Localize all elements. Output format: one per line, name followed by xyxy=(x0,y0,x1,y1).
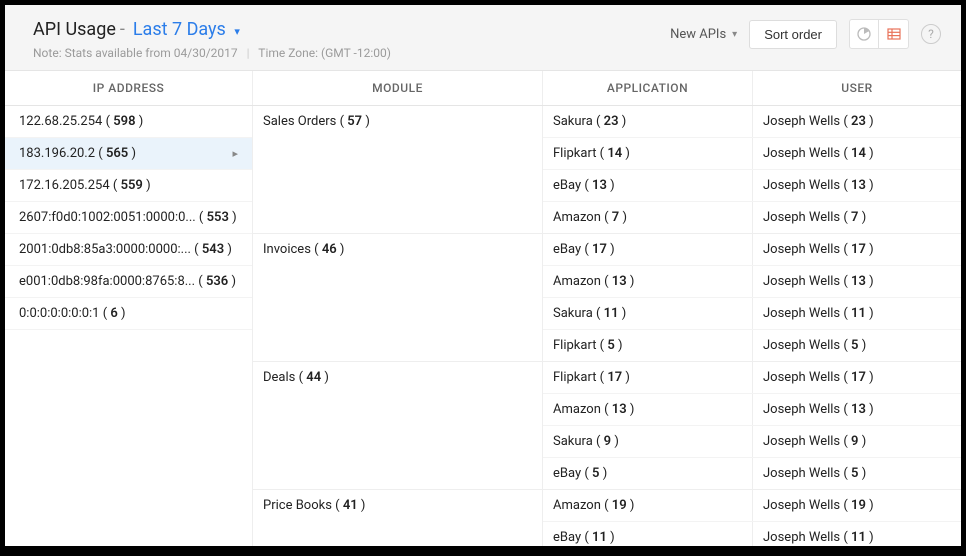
ip-item-label: 183.196.20.2 ( 565 ) xyxy=(19,146,136,161)
data-row: Amazon ( 19 )Joseph Wells ( 19 ) xyxy=(543,490,961,522)
ip-list-item[interactable]: 2607:f0d0:1002:0051:0000:0... ( 553 ) xyxy=(5,202,252,234)
sort-order-button[interactable]: Sort order xyxy=(749,20,837,49)
application-cell[interactable]: eBay ( 13 ) xyxy=(543,170,753,201)
ip-item-label: e001:0db8:98fa:0000:8765:8... ( 536 ) xyxy=(19,274,236,289)
table-view-button[interactable] xyxy=(879,19,909,49)
col-head-ip: IP ADDRESS xyxy=(5,71,253,105)
help-icon: ? xyxy=(928,27,934,41)
user-cell[interactable]: Joseph Wells ( 11 ) xyxy=(753,522,961,546)
application-cell[interactable]: Amazon ( 19 ) xyxy=(543,490,753,521)
application-cell[interactable]: Amazon ( 13 ) xyxy=(543,394,753,425)
data-row: eBay ( 17 )Joseph Wells ( 17 ) xyxy=(543,234,961,266)
ip-list-item[interactable]: 0:0:0:0:0:0:0:1 ( 6 ) xyxy=(5,298,252,330)
col-head-user: USER xyxy=(753,71,961,105)
help-button[interactable]: ? xyxy=(921,24,941,44)
user-cell[interactable]: Joseph Wells ( 17 ) xyxy=(753,234,961,265)
ip-list-item[interactable]: 2001:0db8:85a3:0000:0000:... ( 543 ) xyxy=(5,234,252,266)
user-cell[interactable]: Joseph Wells ( 23 ) xyxy=(753,106,961,137)
data-row: Sakura ( 9 )Joseph Wells ( 9 ) xyxy=(543,426,961,458)
page-title-row: API Usage - Last 7 Days ▾ xyxy=(33,19,391,40)
application-cell[interactable]: Amazon ( 7 ) xyxy=(543,202,753,233)
stats-note: Note: Stats available from 04/30/2017 xyxy=(33,46,238,60)
data-row: Flipkart ( 5 )Joseph Wells ( 5 ) xyxy=(543,330,961,361)
application-cell[interactable]: Flipkart ( 14 ) xyxy=(543,138,753,169)
application-cell[interactable]: Sakura ( 23 ) xyxy=(543,106,753,137)
module-block: Price Books ( 41 )Amazon ( 19 )Joseph We… xyxy=(253,490,961,546)
new-apis-dropdown[interactable]: New APIs ▾ xyxy=(670,27,737,42)
module-cell[interactable]: Price Books ( 41 ) xyxy=(253,490,543,546)
col-head-module: MODULE xyxy=(253,71,543,105)
table-icon xyxy=(886,26,902,42)
data-row: eBay ( 5 )Joseph Wells ( 5 ) xyxy=(543,458,961,489)
chevron-down-icon: ▾ xyxy=(234,25,240,38)
chart-view-button[interactable] xyxy=(849,19,879,49)
ip-list-item[interactable]: 172.16.205.254 ( 559 ) xyxy=(5,170,252,202)
application-cell[interactable]: Amazon ( 13 ) xyxy=(543,266,753,297)
user-cell[interactable]: Joseph Wells ( 14 ) xyxy=(753,138,961,169)
application-cell[interactable]: eBay ( 11 ) xyxy=(543,522,753,546)
user-cell[interactable]: Joseph Wells ( 5 ) xyxy=(753,330,961,361)
user-cell[interactable]: Joseph Wells ( 13 ) xyxy=(753,170,961,201)
user-cell[interactable]: Joseph Wells ( 13 ) xyxy=(753,394,961,425)
ip-list-item[interactable]: 183.196.20.2 ( 565 ) ▸ xyxy=(5,138,252,170)
module-block: Deals ( 44 )Flipkart ( 17 )Joseph Wells … xyxy=(253,362,961,490)
data-row: Amazon ( 7 )Joseph Wells ( 7 ) xyxy=(543,202,961,233)
period-selector[interactable]: Last 7 Days ▾ xyxy=(133,19,240,40)
ip-item-label: 2001:0db8:85a3:0000:0000:... ( 543 ) xyxy=(19,242,232,257)
user-cell[interactable]: Joseph Wells ( 17 ) xyxy=(753,362,961,393)
page-title: API Usage xyxy=(33,19,116,40)
data-row: Amazon ( 13 )Joseph Wells ( 13 ) xyxy=(543,266,961,298)
application-cell[interactable]: Flipkart ( 5 ) xyxy=(543,330,753,361)
module-block: Invoices ( 46 )eBay ( 17 )Joseph Wells (… xyxy=(253,234,961,362)
pie-chart-icon xyxy=(856,26,872,42)
data-row: Sakura ( 23 )Joseph Wells ( 23 ) xyxy=(543,106,961,138)
user-cell[interactable]: Joseph Wells ( 11 ) xyxy=(753,298,961,329)
ip-item-label: 0:0:0:0:0:0:0:1 ( 6 ) xyxy=(19,306,126,321)
ip-list-item[interactable]: e001:0db8:98fa:0000:8765:8... ( 536 ) xyxy=(5,266,252,298)
module-block: Sales Orders ( 57 )Sakura ( 23 )Joseph W… xyxy=(253,106,961,234)
user-cell[interactable]: Joseph Wells ( 5 ) xyxy=(753,458,961,489)
ip-address-list: 122.68.25.254 ( 598 ) 183.196.20.2 ( 565 … xyxy=(5,106,253,546)
note-separator: | xyxy=(247,46,250,60)
application-cell[interactable]: eBay ( 17 ) xyxy=(543,234,753,265)
col-head-application: APPLICATION xyxy=(543,71,753,105)
user-cell[interactable]: Joseph Wells ( 9 ) xyxy=(753,426,961,457)
ip-list-item[interactable]: 122.68.25.254 ( 598 ) xyxy=(5,106,252,138)
module-cell[interactable]: Sales Orders ( 57 ) xyxy=(253,106,543,233)
detail-grid: Sales Orders ( 57 )Sakura ( 23 )Joseph W… xyxy=(253,106,961,546)
application-cell[interactable]: Sakura ( 11 ) xyxy=(543,298,753,329)
data-row: Amazon ( 13 )Joseph Wells ( 13 ) xyxy=(543,394,961,426)
ip-item-label: 2607:f0d0:1002:0051:0000:0... ( 553 ) xyxy=(19,210,237,225)
user-cell[interactable]: Joseph Wells ( 7 ) xyxy=(753,202,961,233)
period-label: Last 7 Days xyxy=(133,19,226,40)
user-cell[interactable]: Joseph Wells ( 19 ) xyxy=(753,490,961,521)
application-cell[interactable]: Sakura ( 9 ) xyxy=(543,426,753,457)
title-dash: - xyxy=(120,19,125,40)
application-cell[interactable]: Flipkart ( 17 ) xyxy=(543,362,753,393)
ip-item-label: 172.16.205.254 ( 559 ) xyxy=(19,178,151,193)
top-bar: API Usage - Last 7 Days ▾ Note: Stats av… xyxy=(5,5,961,71)
user-cell[interactable]: Joseph Wells ( 13 ) xyxy=(753,266,961,297)
note-row: Note: Stats available from 04/30/2017 | … xyxy=(33,46,391,60)
module-cell[interactable]: Deals ( 44 ) xyxy=(253,362,543,489)
data-row: Flipkart ( 17 )Joseph Wells ( 17 ) xyxy=(543,362,961,394)
new-apis-label: New APIs xyxy=(670,27,726,42)
timezone-note: Time Zone: (GMT -12:00) xyxy=(258,46,391,60)
column-headers: IP ADDRESS MODULE APPLICATION USER xyxy=(5,71,961,106)
module-cell[interactable]: Invoices ( 46 ) xyxy=(253,234,543,361)
chevron-right-icon: ▸ xyxy=(232,147,238,160)
data-row: Sakura ( 11 )Joseph Wells ( 11 ) xyxy=(543,298,961,330)
ip-item-label: 122.68.25.254 ( 598 ) xyxy=(19,114,143,129)
data-row: eBay ( 11 )Joseph Wells ( 11 ) xyxy=(543,522,961,546)
data-row: eBay ( 13 )Joseph Wells ( 13 ) xyxy=(543,170,961,202)
data-row: Flipkart ( 14 )Joseph Wells ( 14 ) xyxy=(543,138,961,170)
application-cell[interactable]: eBay ( 5 ) xyxy=(543,458,753,489)
chevron-down-icon: ▾ xyxy=(732,29,737,40)
